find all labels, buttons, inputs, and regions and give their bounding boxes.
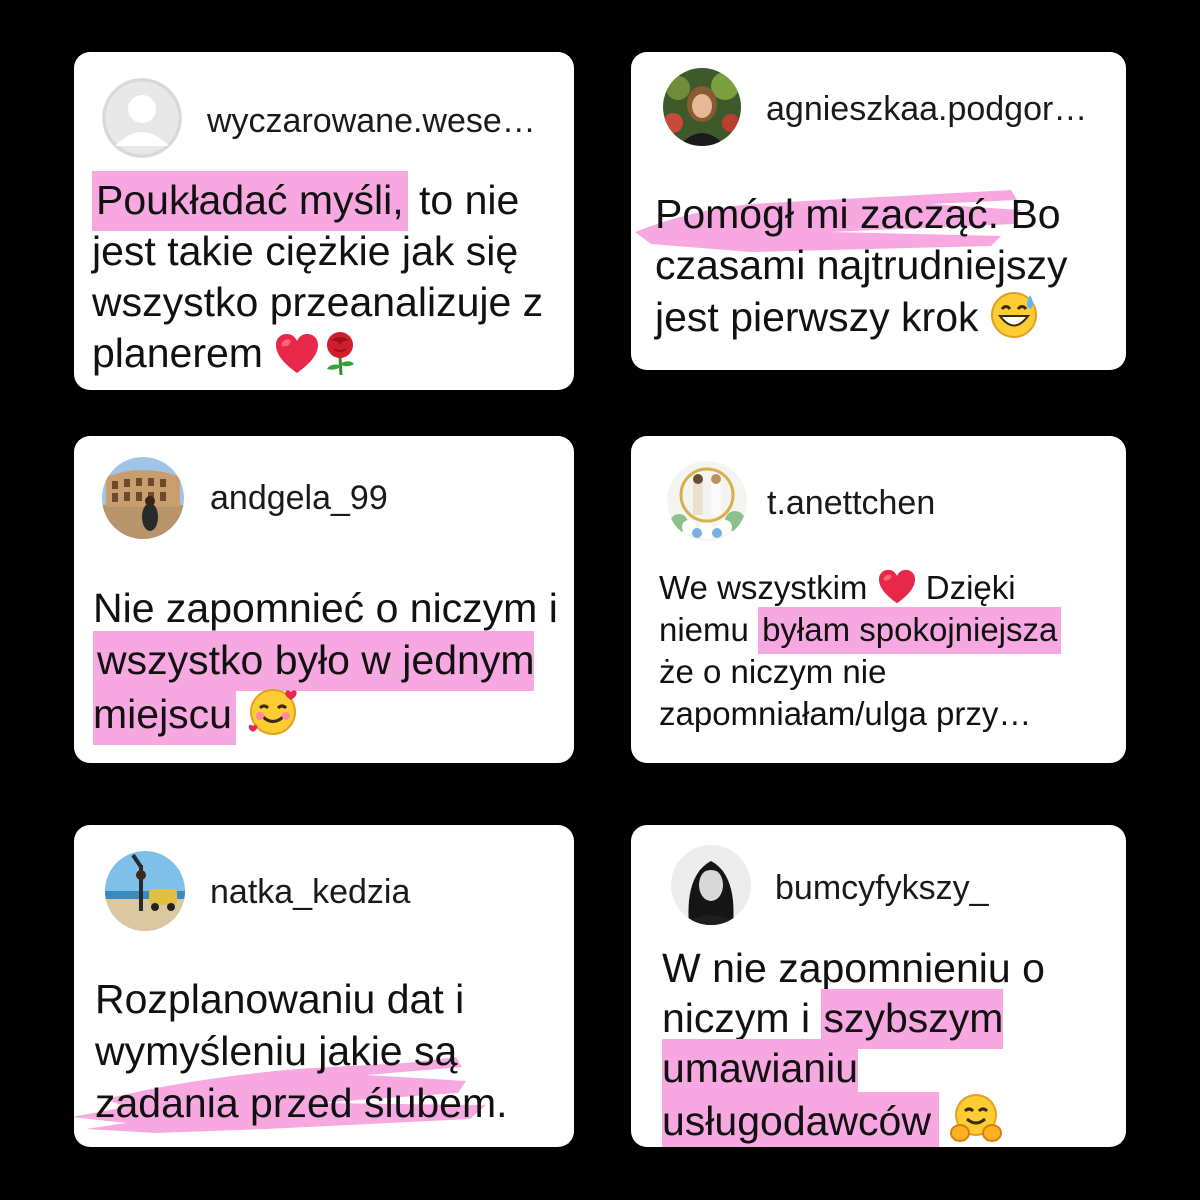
username[interactable]: t.anettchen (767, 484, 935, 523)
beach-photo-avatar-icon[interactable] (105, 851, 185, 931)
comment-card-2: agnieszkaa.podgor… Pomógł mi zacząć. Bo … (631, 52, 1126, 370)
comment-body: Rozplanowaniu dat i wymyśleniu jakie są (95, 976, 465, 1074)
default-avatar-icon[interactable] (102, 78, 182, 158)
wedding-photo-avatar-icon[interactable] (667, 461, 747, 541)
comment-text: Pomógł mi zacząć. Bo czasami najtrudniej… (655, 189, 1115, 343)
highlighted-text: zadania przed ślubem. (95, 1080, 508, 1126)
comment-card-1: wyczarowane.wese… Poukładać myśli, to ni… (74, 52, 574, 390)
hugging-emoji-icon (950, 1093, 1003, 1143)
highlighted-text: Poukładać myśli, (92, 171, 408, 231)
comment-card-3: andgela_99 Nie zapomnieć o niczym i wszy… (74, 436, 574, 763)
username[interactable]: bumcyfykszy_ (775, 869, 989, 908)
comment-card-6: bumcyfykszy_ W nie zapomnieniu o niczym … (631, 825, 1126, 1147)
comment-text: Rozplanowaniu dat i wymyśleniu jakie są … (95, 973, 565, 1129)
comment-text: Nie zapomnieć o niczym i wszystko było w… (93, 582, 563, 745)
heart-emoji-icon (274, 333, 320, 375)
bw-portrait-avatar-icon[interactable] (671, 845, 751, 925)
comment-text: Poukładać myśli, to nie jest takie ciężk… (92, 171, 562, 379)
username[interactable]: andgela_99 (210, 479, 388, 518)
colosseum-photo-avatar-icon[interactable] (102, 457, 184, 539)
comment-body: Nie zapomnieć o niczym i (93, 585, 558, 631)
woman-photo-avatar-icon[interactable] (663, 68, 741, 146)
smiling-hearts-emoji-icon (247, 686, 299, 736)
highlighted-text: wszystko było w jednym miejscu (93, 631, 535, 745)
rose-emoji-icon (320, 331, 360, 375)
comment-card-4: t.anettchen We wszystkim Dzięki niemu by… (631, 436, 1126, 763)
comment-body: We wszystkim (659, 569, 868, 606)
highlighted-text: byłam spokojniejsza (758, 607, 1062, 654)
comment-body-end: że o niczym nie zapomniałam/ulga przy… (659, 653, 1032, 732)
comment-card-5: natka_kedzia Rozplanowaniu dat i wymyśle… (74, 825, 574, 1147)
comment-text: W nie zapomnieniu o niczym i szybszym um… (662, 943, 1102, 1147)
highlighted-text: Pomógł mi zacząć. (655, 191, 1000, 237)
heart-emoji-icon (877, 569, 917, 605)
username[interactable]: wyczarowane.wese… (207, 102, 536, 141)
username[interactable]: natka_kedzia (210, 873, 410, 912)
grinning-sweat-emoji-icon (990, 291, 1038, 339)
username[interactable]: agnieszkaa.podgor… (766, 90, 1087, 129)
comment-text: We wszystkim Dzięki niemu byłam spokojni… (659, 567, 1099, 735)
